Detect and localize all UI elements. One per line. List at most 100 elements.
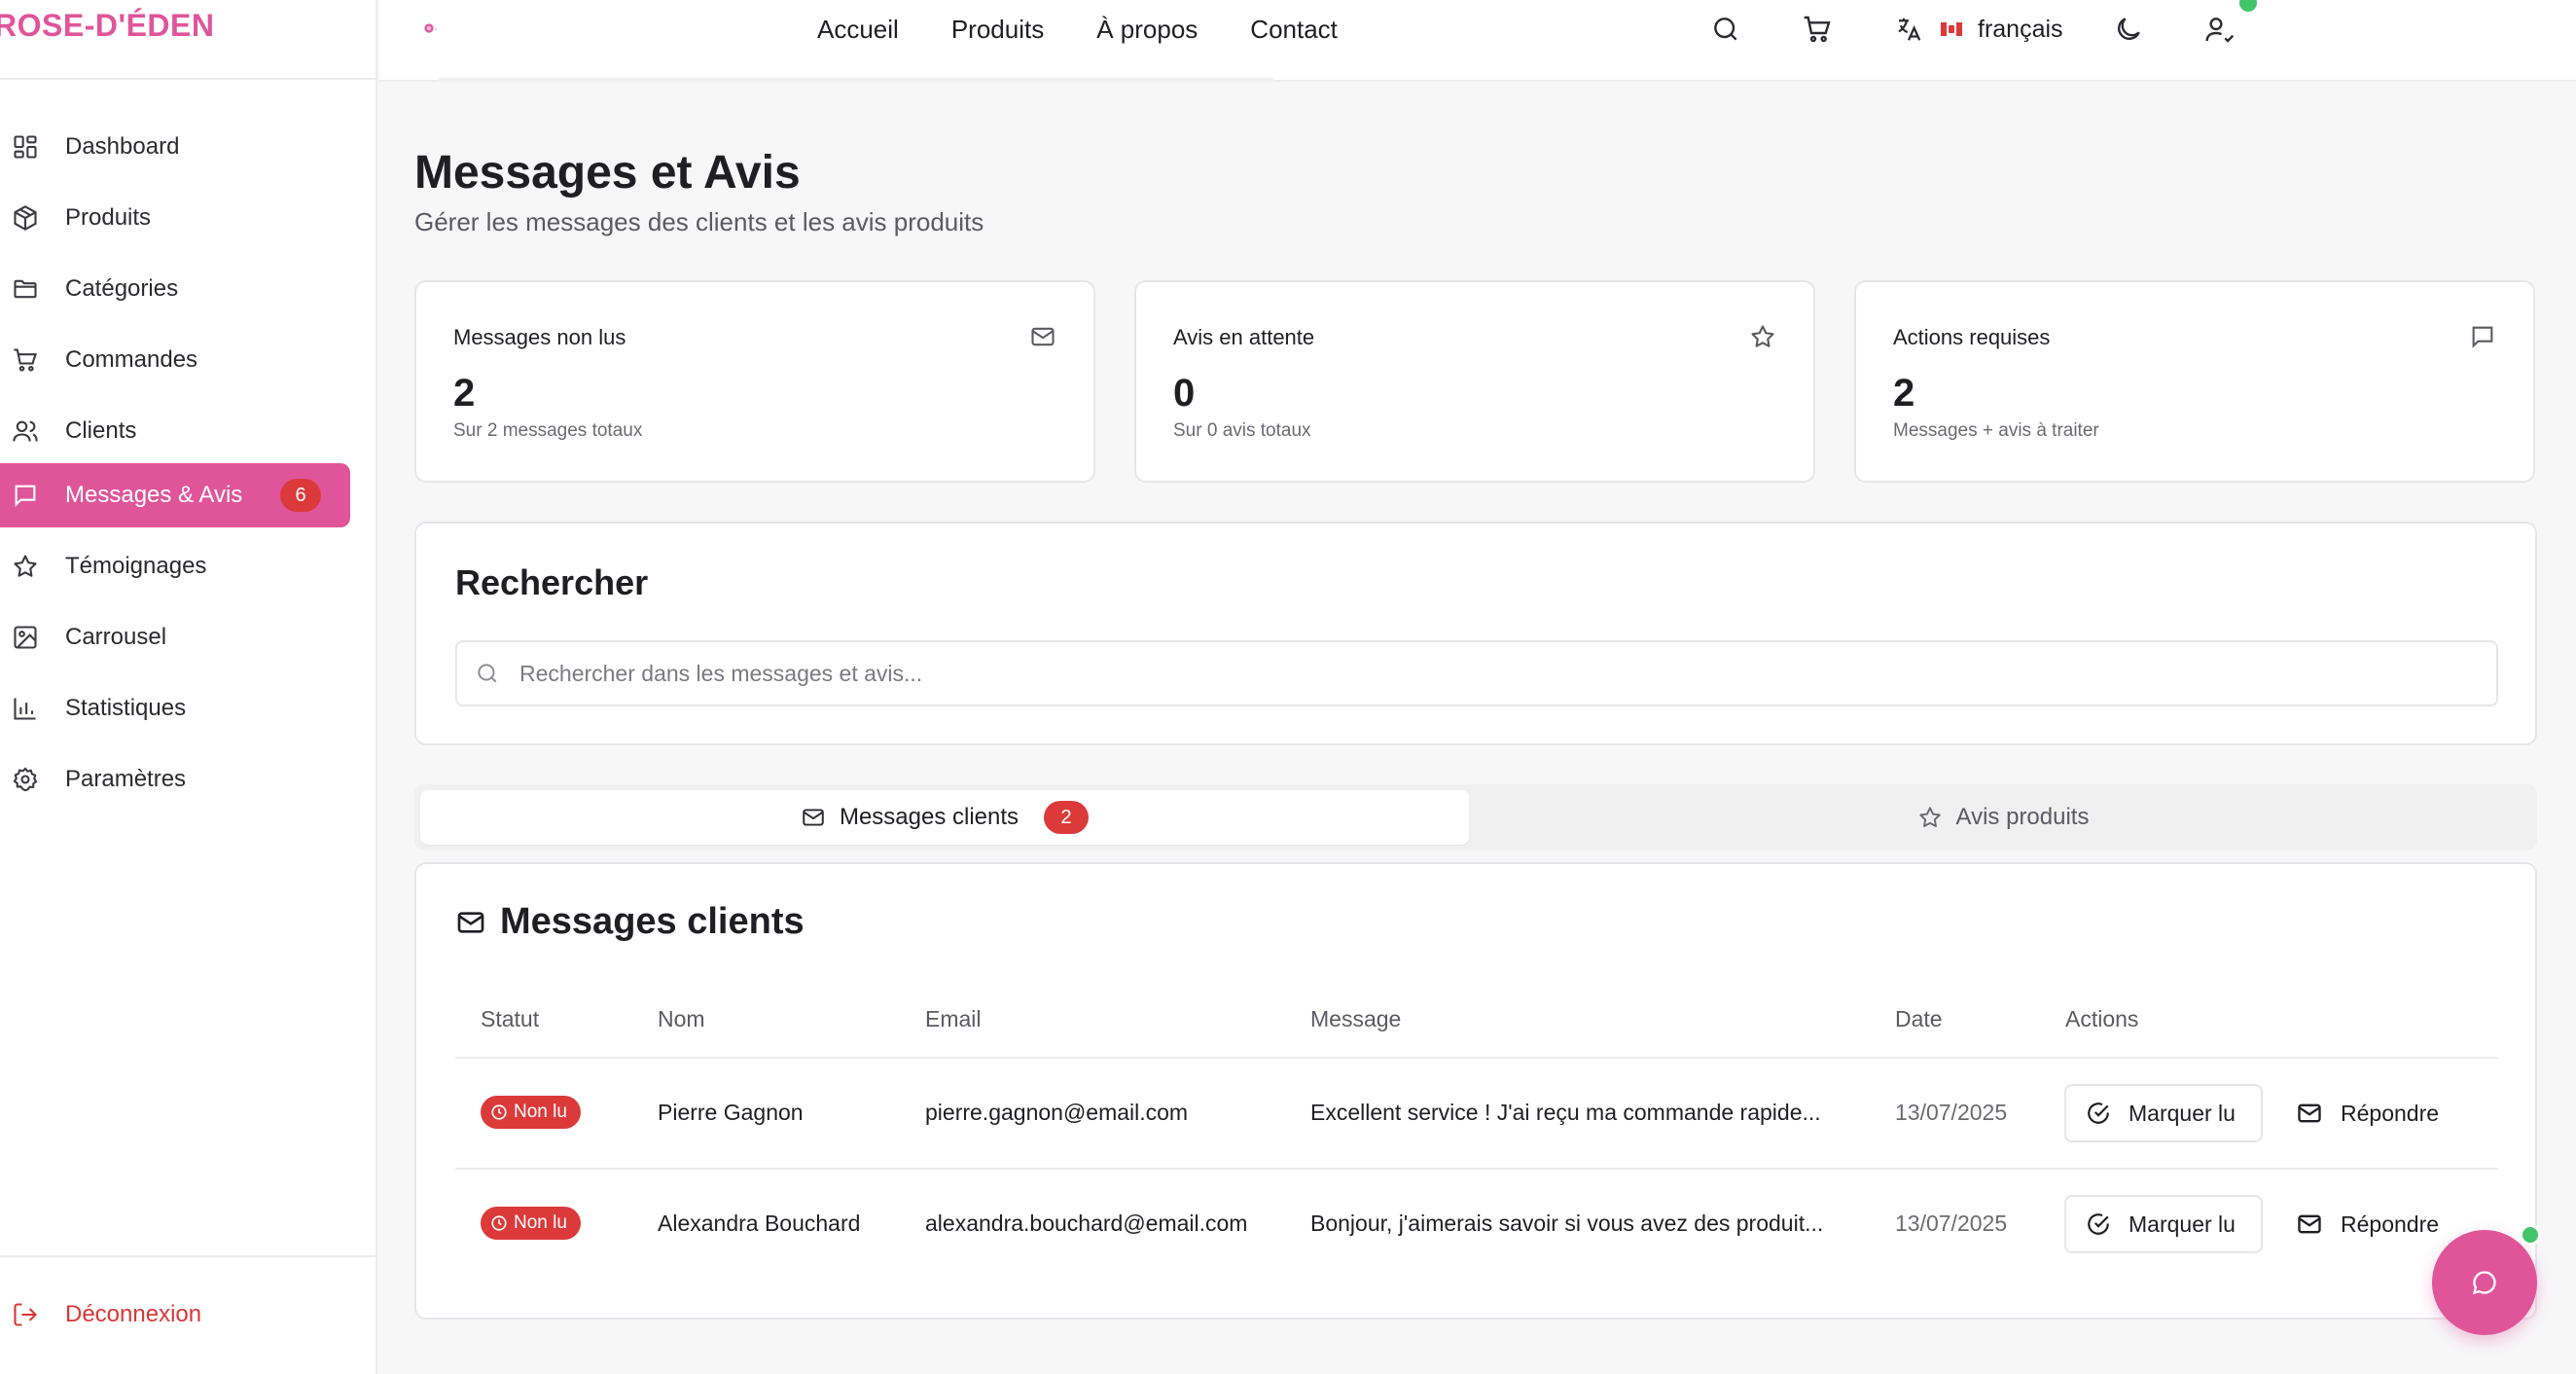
topbar-underline — [438, 78, 1274, 82]
tab-avis-produits[interactable]: Avis produits — [1475, 790, 2531, 845]
mail-icon — [2298, 1103, 2321, 1123]
stat-card-required-actions: Actions requises 2 Messages + avis à tra… — [1854, 280, 2535, 483]
online-status-dot — [2239, 0, 2257, 12]
mark-read-button[interactable]: Marquer lu — [2064, 1195, 2263, 1253]
reply-label: Répondre — [2341, 1100, 2440, 1126]
translate-icon — [1898, 18, 1921, 41]
status-label: Non lu — [514, 1212, 567, 1233]
star-icon — [1751, 325, 1774, 347]
canada-flag-icon — [1941, 22, 1962, 36]
stat-title: Avis en attente — [1173, 325, 1315, 349]
search-title: Rechercher — [455, 562, 649, 602]
logout-button[interactable]: Déconnexion — [0, 1283, 350, 1347]
message-sender-email: pierre.gagnon@email.com — [925, 1100, 1189, 1125]
nav-link-accueil[interactable]: Accueil — [817, 15, 899, 45]
column-header-actions: Actions — [2065, 1006, 2139, 1031]
top-bar: Accueil Produits À propos Contact frança… — [379, 0, 2576, 82]
sidebar-item-commandes[interactable]: Commandes — [0, 328, 350, 392]
dashboard-grid-icon — [14, 135, 37, 159]
language-label: français — [1978, 15, 2063, 43]
sidebar-item-label: Messages & Avis — [65, 482, 243, 508]
page-subtitle: Gérer les messages des clients et les av… — [414, 207, 984, 236]
star-icon — [14, 555, 37, 577]
column-header-message: Message — [1310, 1006, 1402, 1031]
nav-link-contact[interactable]: Contact — [1250, 15, 1338, 45]
stat-subtext: Sur 0 avis totaux — [1173, 420, 1311, 441]
stat-title: Messages non lus — [453, 325, 626, 349]
message-square-icon — [15, 485, 36, 507]
sidebar-item-temoignages[interactable]: Témoignages — [0, 534, 350, 598]
stat-value: 2 — [453, 372, 476, 415]
sidebar-divider — [0, 78, 376, 80]
column-header-nom: Nom — [658, 1006, 705, 1031]
sidebar-item-statistiques[interactable]: Statistiques — [0, 676, 350, 741]
sidebar-divider — [0, 1255, 376, 1257]
package-icon — [14, 205, 37, 231]
mark-read-button[interactable]: Marquer lu — [2064, 1084, 2263, 1142]
mail-icon — [803, 809, 824, 826]
tab-count-badge: 2 — [1044, 801, 1090, 834]
column-header-date: Date — [1895, 1006, 1943, 1031]
search-card: Rechercher — [414, 522, 2537, 745]
clock-icon — [491, 1104, 507, 1120]
message-square-icon — [2472, 326, 2493, 348]
message-date: 13/07/2025 — [1895, 1100, 2008, 1125]
tab-label: Avis produits — [1955, 804, 2090, 830]
sidebar-item-dashboard[interactable]: Dashboard — [0, 115, 350, 179]
rose-logo-icon[interactable] — [418, 18, 440, 39]
nav-link-a-propos[interactable]: À propos — [1096, 15, 1198, 45]
message-sender-name: Pierre Gagnon — [658, 1100, 804, 1125]
column-header-email: Email — [925, 1006, 982, 1031]
reply-button[interactable]: Répondre — [2296, 1195, 2439, 1253]
sidebar-item-label: Statistiques — [65, 695, 187, 721]
sidebar-item-label: Produits — [65, 204, 152, 231]
sidebar-item-parametres[interactable]: Paramètres — [0, 747, 350, 812]
sidebar-item-label: Témoignages — [65, 553, 207, 579]
search-input[interactable] — [519, 660, 2446, 687]
cart-icon[interactable] — [1802, 14, 1833, 45]
language-selector[interactable]: français — [1894, 12, 2063, 47]
star-icon — [1918, 807, 1941, 827]
image-icon — [14, 626, 37, 649]
mail-icon — [1031, 327, 1055, 346]
logout-icon — [14, 1303, 37, 1326]
tab-messages-clients[interactable]: Messages clients 2 — [420, 790, 1469, 845]
search-icon[interactable] — [1710, 14, 1741, 45]
user-check-icon[interactable] — [2204, 14, 2236, 45]
messages-table-card: Messages clients Statut Nom Email Messag… — [414, 862, 2537, 1320]
sidebar-item-clients[interactable]: Clients — [0, 399, 350, 463]
check-circle-icon — [2088, 1213, 2109, 1235]
sidebar: ROSE-D'ÉDEN Dashboard Produits Catégorie… — [0, 0, 377, 1374]
sidebar-item-carrousel[interactable]: Carrousel — [0, 605, 350, 669]
mark-read-label: Marquer lu — [2129, 1100, 2236, 1126]
column-header-statut: Statut — [481, 1006, 540, 1031]
sidebar-item-label: Clients — [65, 417, 137, 444]
tab-list: Messages clients 2 Avis produits — [414, 784, 2537, 850]
message-sender-email: alexandra.bouchard@email.com — [925, 1211, 1248, 1236]
nav-link-produits[interactable]: Produits — [951, 15, 1044, 45]
brand-logo[interactable]: ROSE-D'ÉDEN — [0, 8, 214, 51]
moon-icon[interactable] — [2113, 14, 2144, 45]
sidebar-item-label: Commandes — [65, 346, 198, 373]
cart-icon — [14, 348, 37, 372]
search-icon — [478, 664, 497, 683]
message-preview: Excellent service ! J'ai reçu ma command… — [1310, 1100, 1821, 1125]
gear-icon — [13, 767, 38, 792]
tab-label: Messages clients — [839, 804, 1020, 830]
chat-button[interactable] — [2432, 1230, 2537, 1335]
sidebar-item-messages-avis[interactable]: Messages & Avis 6 — [0, 463, 350, 527]
check-circle-icon — [2088, 1103, 2109, 1124]
folder-icon — [14, 279, 37, 299]
bar-chart-icon — [14, 698, 36, 720]
reply-button[interactable]: Répondre — [2296, 1084, 2439, 1142]
sidebar-item-produits[interactable]: Produits — [0, 186, 350, 250]
logout-label: Déconnexion — [65, 1301, 202, 1327]
stat-value: 0 — [1173, 372, 1196, 415]
chat-bubble-icon — [2472, 1271, 2496, 1295]
stat-subtext: Sur 2 messages totaux — [453, 420, 643, 441]
sidebar-item-categories[interactable]: Catégories — [0, 257, 350, 321]
search-field[interactable] — [455, 640, 2498, 706]
mail-icon — [2298, 1214, 2321, 1234]
stat-card-unread-messages: Messages non lus 2 Sur 2 messages totaux — [414, 280, 1095, 483]
table-row-divider — [455, 1168, 2498, 1170]
